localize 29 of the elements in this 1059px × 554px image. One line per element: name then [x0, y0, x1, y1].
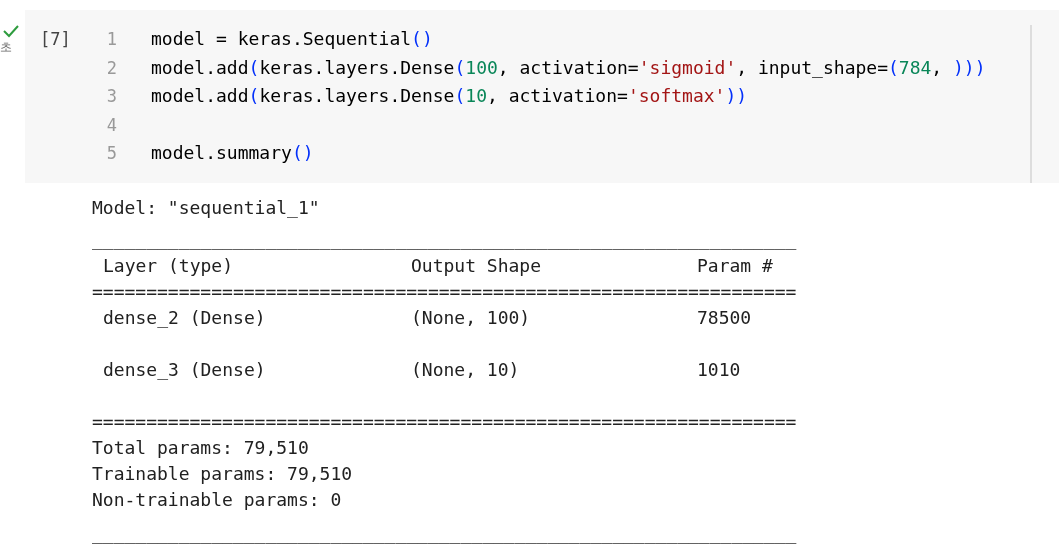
- line-number: 5: [105, 142, 117, 166]
- code-line: model.add(keras.layers.Dense(100, activation='sigmoid', input_shape=(784, ))): [151, 55, 986, 80]
- line-number: 1: [105, 28, 117, 51]
- column-header: Layer (type): [103, 254, 235, 278]
- table-cell-text: (None, 100): [411, 306, 531, 330]
- rule-line: =================================================================: [92, 410, 797, 434]
- line-number: 3: [105, 85, 117, 109]
- table-cell-text: dense_3 (Dense): [103, 358, 266, 382]
- code-line: model.summary(): [151, 141, 314, 166]
- rule-line: _________________________________________________________________: [92, 522, 797, 546]
- line-number: 4: [105, 113, 117, 137]
- column-header: Output Shape: [411, 254, 543, 278]
- summary-text: Trainable params: 79,510: [92, 462, 353, 486]
- code-line: model = keras.Sequential(): [151, 27, 433, 51]
- execution-time: 초: [0, 39, 12, 56]
- line-number: 2: [105, 56, 117, 80]
- table-cell-text: (None, 10): [411, 358, 520, 382]
- code-cell[interactable]: [7] 1 model = keras.Sequential() 2 model.add(keras.layers.Dense(100, activation='sigmoid', input_shape=(784, ))) 3 model.add(keras.layers.Dense(10, activation='softmax')) 4 5 model.summary(): [25, 10, 1059, 183]
- execution-count: [7]: [40, 29, 71, 49]
- code-line: model.add(keras.layers.Dense(10, activation='softmax')): [151, 84, 748, 109]
- model-title: Model: "sequential_1": [92, 196, 320, 220]
- column-header: Param #: [697, 254, 774, 278]
- summary-text: Total params: 79,510: [92, 436, 309, 460]
- table-cell-text: 1010: [697, 358, 741, 382]
- rule-line: _________________________________________________________________: [92, 228, 797, 252]
- rule-line: =================================================================: [92, 280, 797, 304]
- table-cell-text: dense_2 (Dense): [103, 306, 266, 330]
- table-cell-text: 78500: [697, 306, 752, 330]
- summary-text: Non-trainable params: 0: [92, 488, 342, 512]
